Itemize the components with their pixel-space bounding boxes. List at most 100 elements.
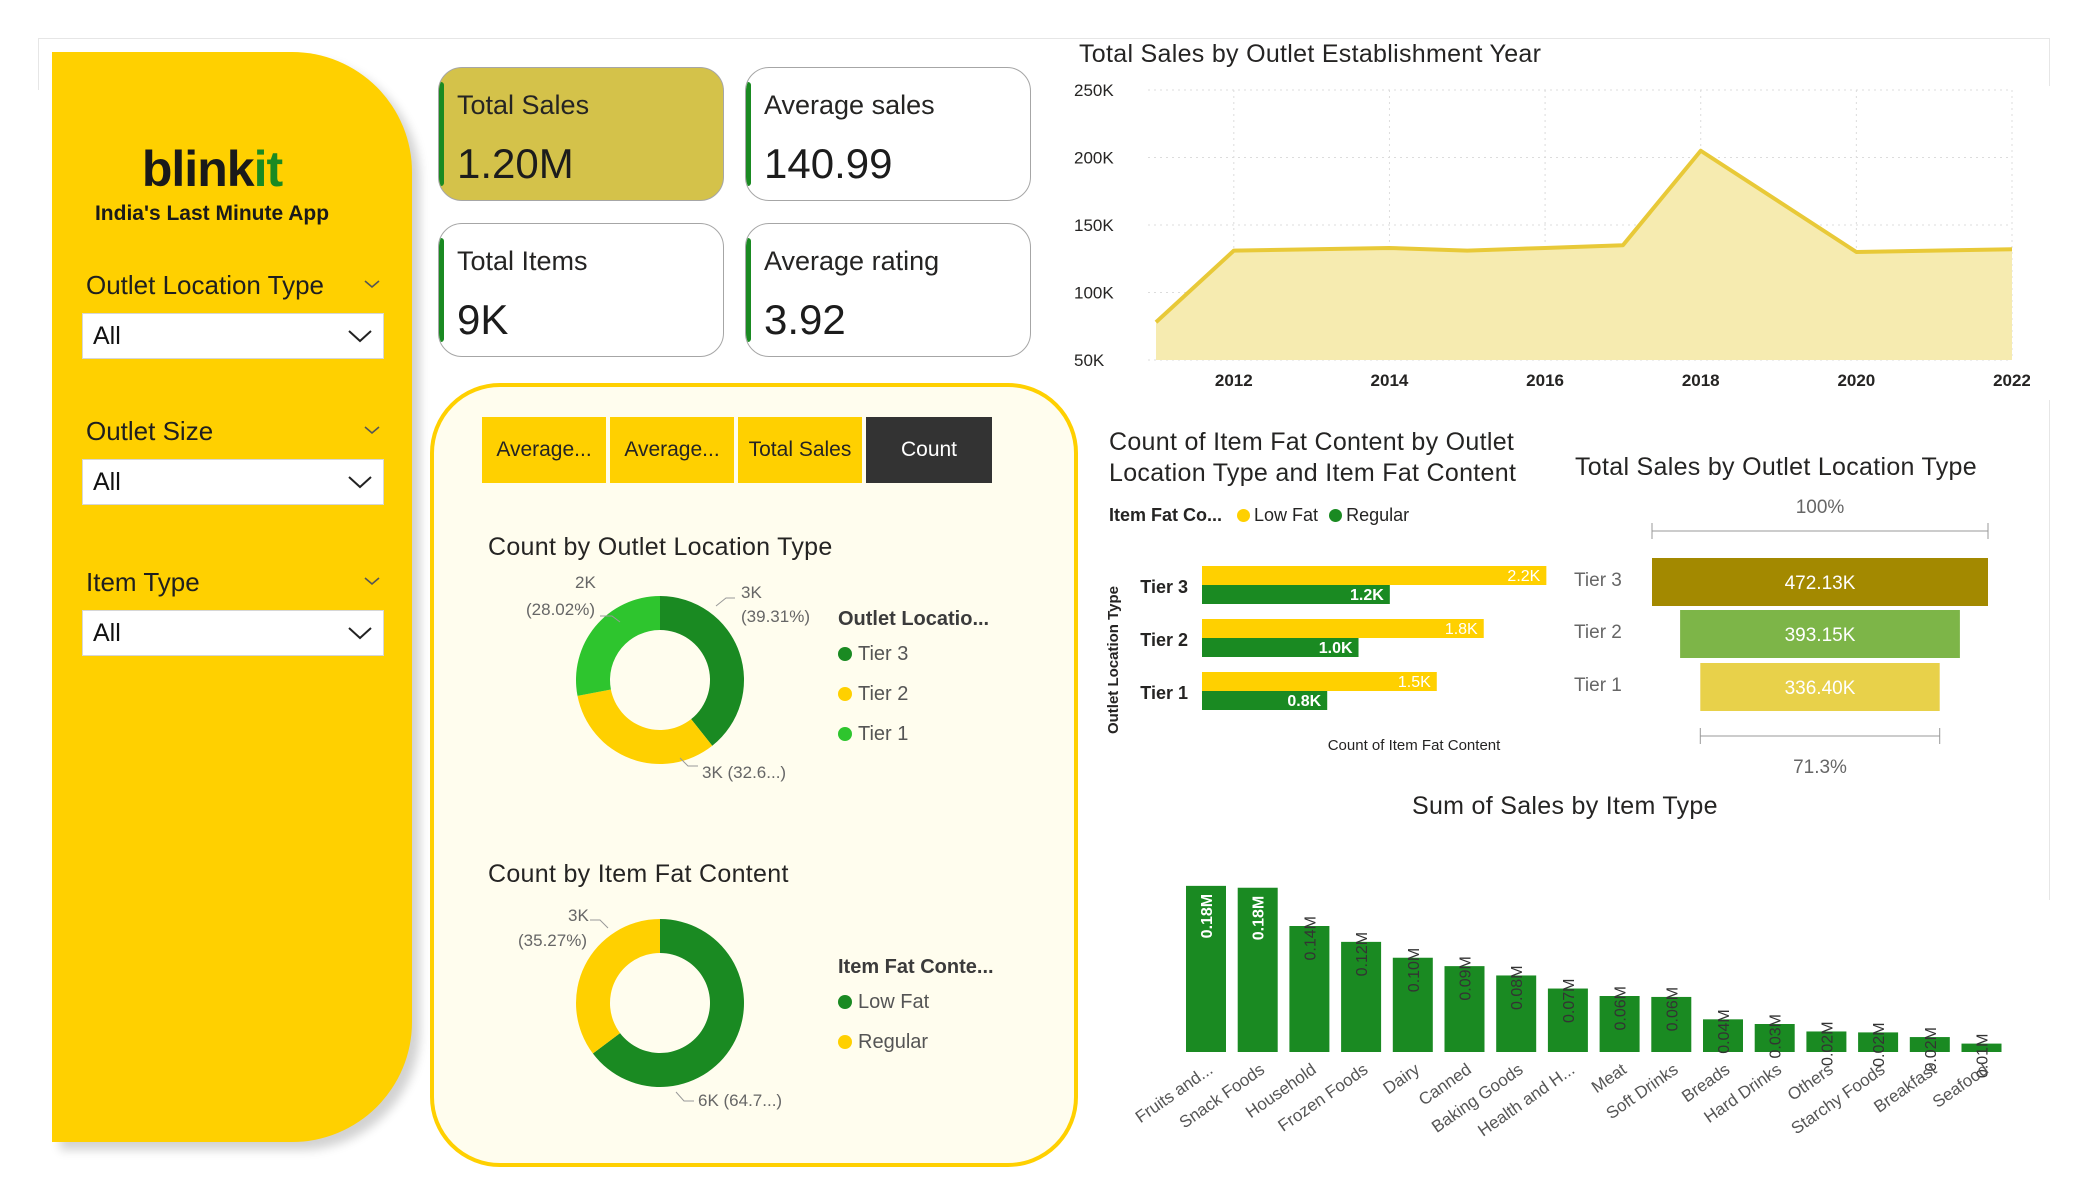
item-type-dropdown[interactable]: All [82,610,384,656]
data-label: 0.08M [1509,965,1526,1009]
chevron-down-icon[interactable] [362,420,382,440]
kpi-accent-bar [439,82,444,186]
donut-location-leader-lines [600,597,735,767]
legend-item-tier-2[interactable]: Tier 2 [838,683,908,706]
outlet-location-type-dropdown[interactable]: All [82,313,384,359]
y-tick-label: 150K [1074,216,1114,235]
data-label: 0.03M [1768,1014,1785,1058]
donut-fat-leader-lines [590,919,694,1102]
y-axis-label: Outlet Location Type [1105,586,1122,734]
legend-title: Outlet Locatio... [838,608,990,630]
x-tick-label: 2016 [1526,371,1564,390]
kpi-label: Total Sales [457,90,590,120]
area-plot [1154,148,2013,360]
data-label: 0.06M [1664,987,1681,1031]
y-tick-label: 100K [1074,284,1114,303]
area-fill [1156,150,2012,360]
bar-low-fat [1202,566,1547,585]
legend-swatch [838,1035,852,1049]
area-chart-title: Total Sales by Outlet Establishment Year [1079,40,1542,68]
item-type-chart[interactable]: 0.18MFruits and...0.18MSnack Foods0.14MH… [1100,830,2020,1140]
kpi-card-average-sales[interactable]: Average sales 140.99 [745,67,1031,201]
data-label: 0.07M [1561,979,1578,1023]
legend-item-low-fat[interactable]: Low Fat [1237,505,1318,525]
legend-item-tier-1[interactable]: Tier 1 [838,723,908,746]
slicer-label-item-type: Item Type [86,567,200,597]
donut-location-title: Count by Outlet Location Type [488,533,833,561]
data-label: 0.8K [1287,693,1321,710]
chevron-down-icon [348,476,372,489]
x-tick-label: 2012 [1215,371,1253,390]
area-chart[interactable]: 250K 200K 150K 100K 50K 2012 2014 2016 2018 2020 2… [1070,75,2030,395]
slicer-label-outlet-location-type: Outlet Location Type [86,270,325,300]
tab-average-2[interactable]: Average... [610,417,734,483]
data-label: 0.02M [1819,1021,1836,1065]
kpi-card-total-items[interactable]: Total Items 9K [438,223,724,357]
fat-bars-legend: Item Fat Co... Low Fat Regular [1109,505,1410,525]
legend-swatch [1329,509,1343,522]
filter-sidebar: blinkit India's Last Minute App Outlet L… [52,52,412,1142]
tab-average-1[interactable]: Average... [482,417,606,483]
report-frame-left [38,38,39,90]
x-tick-label: 2020 [1837,371,1875,390]
data-label: 1.2K [1350,587,1384,604]
data-label: 0.10M [1406,948,1423,992]
chevron-down-icon[interactable] [362,274,382,294]
chevron-down-icon[interactable] [362,571,382,591]
data-label: 336.40K [1785,678,1856,699]
y-tick-label: 50K [1074,351,1105,370]
category-label: Tier 1 [1140,683,1188,703]
kpi-card-total-sales[interactable]: Total Sales 1.20M [438,67,724,201]
donut-fat-title: Count by Item Fat Content [488,860,789,888]
funnel-chart[interactable]: 100% Tier 3 472.13K Tier 2 393.15K Tier 1 336.… [1560,490,2020,780]
data-label: 472.13K [1785,573,1856,594]
data-label: 0.14M [1302,916,1319,960]
chevron-down-icon [348,330,372,343]
data-label: 0.09M [1458,956,1475,1000]
legend-item-regular[interactable]: Regular [838,1031,928,1054]
bar-low-fat [1202,619,1484,638]
kpi-value: 1.20M [457,140,574,187]
data-label: 0.18M [1199,894,1216,938]
data-label: 0.06M [1613,986,1630,1030]
category-label: Tier 2 [1140,630,1188,650]
data-label: 1.0K [1319,640,1353,657]
fat-bars-chart[interactable]: Outlet Location Type Tier 3 2.2K 1.2K Tier 2… [1100,550,1570,760]
kpi-label: Total Items [457,246,588,276]
brand-logo: blinkit [141,141,283,197]
x-tick-label: 2022 [1993,371,2030,390]
legend-swatch [838,647,852,661]
kpi-accent-bar [439,238,444,342]
item-type-title: Sum of Sales by Item Type [1412,792,1718,820]
legend-title: Item Fat Conte... [838,956,994,978]
kpi-value: 3.92 [764,296,846,343]
outlet-size-dropdown[interactable]: All [82,459,384,505]
legend-swatch [838,727,852,741]
data-label: 0.18M [1251,896,1268,940]
funnel-title: Total Sales by Outlet Location Type [1575,453,1977,481]
category-label: Tier 1 [1574,675,1622,696]
data-label: 0.12M [1354,932,1371,976]
data-label: 2.2K [1507,568,1540,585]
fat-bars-title: Count of Item Fat Content by Outlet Loca… [1109,428,1517,487]
data-label: 0.02M [1871,1022,1888,1066]
kpi-card-average-rating[interactable]: Average rating 3.92 [745,223,1031,357]
funnel-bottom-percent: 71.3% [1793,757,1847,778]
slicer-label-outlet-size: Outlet Size [86,416,214,446]
y-tick-label: 250K [1074,81,1114,100]
report-frame-right-lower [2049,400,2050,900]
legend-swatch [1237,509,1251,522]
legend-item-tier-3[interactable]: Tier 3 [838,643,908,666]
category-label: Tier 3 [1574,570,1622,591]
tab-total-sales[interactable]: Total Sales [738,417,862,483]
x-tick-label: 2018 [1682,371,1720,390]
data-label: 1.8K [1445,621,1478,638]
report-frame-right [2049,38,2050,86]
brand-tagline: India's Last Minute App [94,202,330,225]
legend-item-low-fat[interactable]: Low Fat [838,991,929,1014]
funnel-plot: 100% Tier 3 472.13K Tier 2 393.15K Tier 1 336.… [1574,497,1989,778]
category-label: Tier 3 [1140,577,1188,597]
legend-item-regular[interactable]: Regular [1329,505,1409,525]
legend-swatch [838,995,852,1009]
tab-count[interactable]: Count [866,417,992,483]
